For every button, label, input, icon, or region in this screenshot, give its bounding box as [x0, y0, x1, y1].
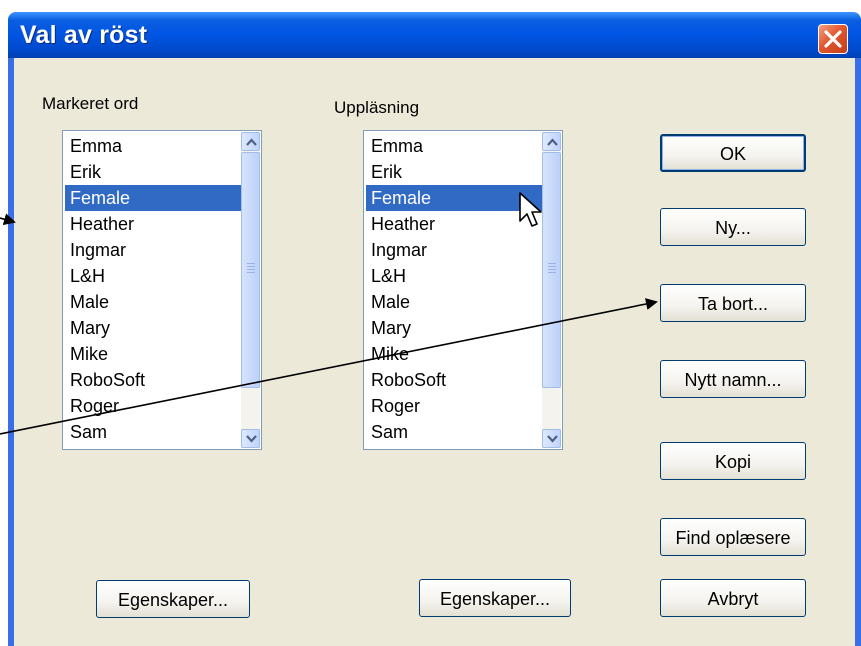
annotation-overlay — [0, 192, 658, 435]
annotation-arrow-left — [0, 213, 16, 226]
mouse-cursor-icon — [519, 192, 542, 227]
annotation-arrow-delete — [0, 298, 658, 435]
